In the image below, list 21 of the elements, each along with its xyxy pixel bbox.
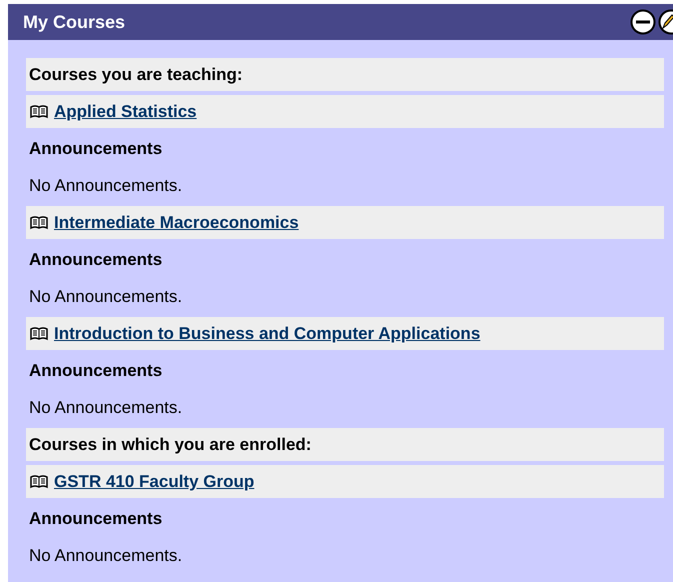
minimize-icon[interactable] <box>630 9 656 35</box>
book-icon <box>30 326 48 340</box>
announcements-text: No Announcements. <box>29 286 182 308</box>
section-heading: Courses you are teaching: <box>26 58 664 91</box>
course-link[interactable]: Introduction to Business and Computer Applications <box>54 320 480 346</box>
book-icon <box>30 474 48 488</box>
course-link[interactable]: Applied Statistics <box>54 98 197 124</box>
course-link[interactable]: Intermediate Macroeconomics <box>54 210 299 236</box>
announcements-text: No Announcements. <box>29 396 182 419</box>
announcements-label: Announcements <box>29 248 162 271</box>
announcements-label: Announcements <box>29 138 162 160</box>
panel-title: My Courses <box>23 10 126 34</box>
pencil-icon[interactable] <box>658 9 673 35</box>
book-icon <box>30 104 48 118</box>
announcements-label: Announcements <box>29 360 162 382</box>
announcements-text: No Announcements. <box>29 174 182 197</box>
course-link[interactable]: GSTR 410 Faculty Group <box>54 468 254 494</box>
section-heading: Courses in which you are enrolled: <box>26 428 664 461</box>
book-icon <box>30 216 48 230</box>
announcements-text: No Announcements. <box>29 544 182 567</box>
announcements-label: Announcements <box>29 508 162 530</box>
